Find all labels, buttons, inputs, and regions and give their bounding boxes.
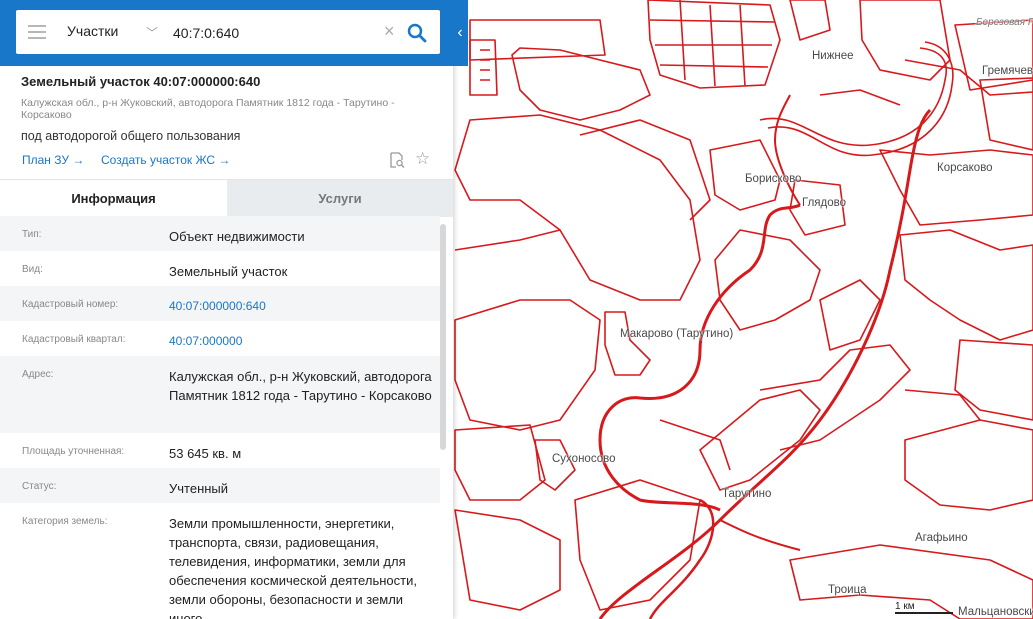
field-label: Кадастровый квартал: <box>22 334 126 345</box>
search-input[interactable] <box>171 18 375 48</box>
table-row: Площадь уточненная: 53 645 кв. м <box>0 433 440 468</box>
field-label: Тип: <box>22 229 42 240</box>
menu-icon[interactable] <box>28 25 46 39</box>
cadastral-quarter-link[interactable]: 40:07:000000 <box>169 332 437 351</box>
field-value: 53 645 кв. м <box>169 446 242 461</box>
field-value: Объект недвижимости <box>169 229 305 244</box>
parcel-title: Земельный участок 40:07:000000:640 <box>21 74 261 89</box>
parcel-header: Земельный участок 40:07:000000:640 Калуж… <box>0 66 453 178</box>
document-search-icon[interactable] <box>389 152 405 168</box>
table-row: Кадастровый квартал: 40:07:000000 <box>0 321 440 356</box>
table-row: Категория земель: Земли промышленности, … <box>0 503 440 619</box>
parcel-address: Калужская обл., р-н Жуковский, автодорог… <box>21 97 395 121</box>
chevron-down-icon[interactable]: ﹀ <box>146 24 158 41</box>
table-row: Адрес: Калужская обл., р-н Жуковский, ав… <box>0 356 440 433</box>
search-icon[interactable] <box>406 22 428 44</box>
table-row: Кадастровый номер: 40:07:000000:640 <box>0 286 440 321</box>
cadastral-number-link[interactable]: 40:07:000000:640 <box>169 297 437 316</box>
tab-services[interactable]: Услуги <box>227 180 453 217</box>
map-label-gremyachevo: Гремячево <box>982 65 1033 77</box>
search-bar: Участки ﹀ × <box>0 0 468 66</box>
field-label: Вид: <box>22 264 43 275</box>
field-label: Статус: <box>22 481 57 492</box>
map-label-maltsanovskie: Мальцановские <box>958 606 1033 618</box>
map-label-berezovaya-roshcha: Березовая Роща <box>976 17 1033 28</box>
map-label-boriskovo: Борисково <box>745 173 802 185</box>
map-label-glyadovo: Глядово <box>802 197 847 209</box>
map-label-tarutino: Тарутино <box>722 488 772 500</box>
field-label: Категория земель: <box>22 516 108 527</box>
search-box: Участки ﹀ × <box>16 10 440 54</box>
map-scale-label: 1 км <box>895 601 915 612</box>
close-icon[interactable]: × <box>384 21 395 42</box>
map-scale-bar <box>895 612 953 614</box>
table-row: Статус: Учтенный <box>0 468 440 503</box>
create-parcel-link[interactable]: Создать участок ЖС → <box>101 153 230 167</box>
field-label: Адрес: <box>22 369 54 380</box>
layer-select[interactable]: Участки <box>67 23 118 39</box>
field-label: Площадь уточненная: <box>22 446 125 457</box>
field-label: Кадастровый номер: <box>22 299 119 310</box>
tab-information[interactable]: Информация <box>0 180 227 217</box>
map-label-korsakovo: Корсаково <box>937 162 993 174</box>
field-value: Земли промышленности, энергетики, трансп… <box>169 516 417 619</box>
chevron-left-icon[interactable]: ‹ <box>452 18 468 48</box>
star-icon[interactable]: ☆ <box>415 149 430 169</box>
map-label-sukhonosovo: Сухоносово <box>552 453 616 465</box>
field-value: Калужская обл., р-н Жуковский, автодорог… <box>169 369 432 403</box>
map-label-troitsa: Троица <box>828 584 867 596</box>
map-label-agafino: Агафьино <box>915 532 968 544</box>
table-row: Вид: Земельный участок <box>0 251 440 286</box>
plan-zu-link[interactable]: План ЗУ → <box>22 153 84 167</box>
scrollbar[interactable] <box>440 224 446 450</box>
parcel-description: под автодорогой общего пользования <box>21 129 241 143</box>
tabs: Информация Услуги <box>0 179 453 217</box>
info-panel: Земельный участок 40:07:000000:640 Калуж… <box>0 0 453 619</box>
table-row: Тип: Объект недвижимости <box>0 216 440 251</box>
field-value: Земельный участок <box>169 264 288 279</box>
field-value: Учтенный <box>169 481 229 496</box>
map-label-nizhnee: Нижнее <box>812 50 854 62</box>
map-label-makarovo: Макарово (Тарутино) <box>620 328 734 340</box>
